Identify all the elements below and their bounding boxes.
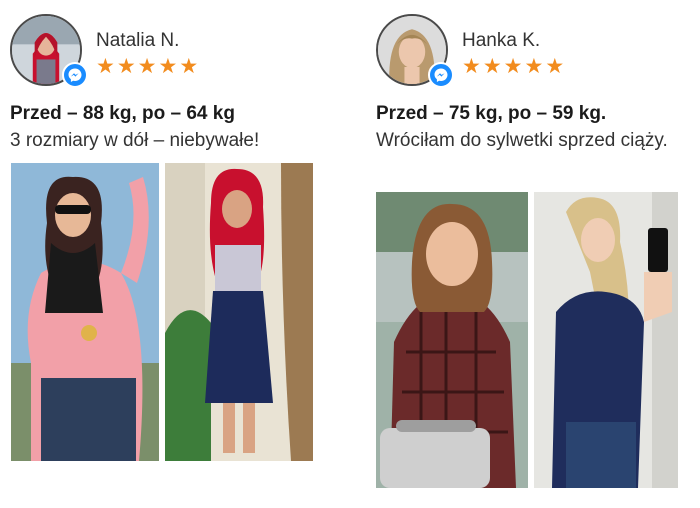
weight-change: Przed – 88 kg, po – 64 kg	[10, 103, 235, 124]
star-icon: ★	[96, 54, 115, 78]
before-after-photo-hanka	[376, 192, 678, 488]
testimonial-card-hanka: Hanka K. ★ ★ ★ ★ ★ Przed – 75 kg, po – 5…	[376, 14, 681, 154]
testimonial-card-natalia: Natalia N. ★ ★ ★ ★ ★ Przed – 88 kg, po –…	[10, 14, 315, 154]
star-icon: ★	[137, 54, 157, 78]
star-icon: ★	[462, 54, 481, 78]
rating-stars: ★ ★ ★ ★ ★	[462, 56, 564, 77]
testimonial-header: Natalia N. ★ ★ ★ ★ ★	[10, 14, 315, 90]
reviewer-name: Hanka K.	[462, 30, 541, 51]
star-icon: ★	[158, 54, 178, 78]
star-icon: ★	[503, 54, 523, 78]
testimonial-quote: Wróciłam do sylwetki sprzed ciąży.	[376, 130, 668, 151]
reviewer-info: Natalia N. ★ ★ ★ ★ ★	[96, 30, 198, 77]
testimonial-header: Hanka K. ★ ★ ★ ★ ★	[376, 14, 681, 90]
testimonial-quote: 3 rozmiary w dół – niebywałe!	[10, 130, 260, 151]
before-after-photo-natalia	[11, 163, 313, 461]
star-icon: ★	[545, 54, 565, 78]
avatar-container	[10, 14, 88, 88]
messenger-icon	[428, 62, 454, 88]
star-icon: ★	[482, 54, 502, 78]
star-icon: ★	[116, 54, 136, 78]
messenger-icon	[62, 62, 88, 88]
reviewer-name: Natalia N.	[96, 30, 180, 51]
avatar-container	[376, 14, 454, 88]
rating-stars: ★ ★ ★ ★ ★	[96, 56, 198, 77]
weight-change: Przed – 75 kg, po – 59 kg.	[376, 103, 607, 124]
reviewer-info: Hanka K. ★ ★ ★ ★ ★	[462, 30, 564, 77]
star-icon: ★	[524, 54, 544, 78]
star-icon: ★	[179, 54, 199, 78]
